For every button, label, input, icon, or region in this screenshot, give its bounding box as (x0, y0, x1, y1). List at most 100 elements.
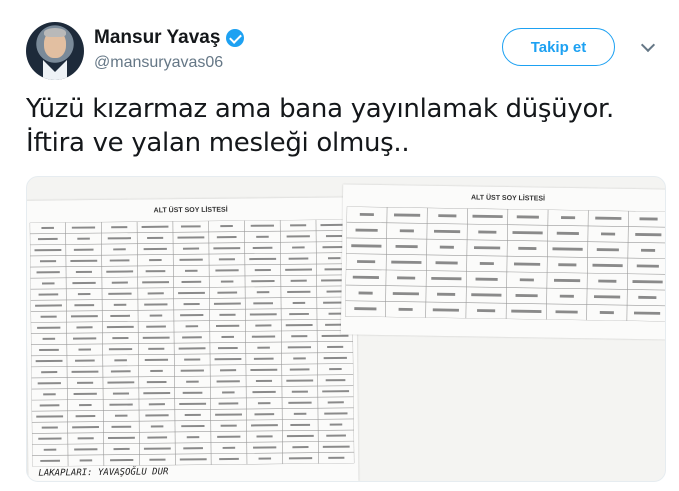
table-row-line (30, 329, 353, 334)
table-cell-text (178, 291, 205, 295)
document-left-table (29, 219, 355, 467)
table-cell-text (352, 275, 379, 279)
table-cell-text (553, 278, 581, 283)
verified-badge-icon (226, 29, 245, 47)
table-cell-text (519, 278, 534, 282)
table-cell-text (113, 303, 127, 306)
table-cell-text (556, 231, 579, 235)
table-cell-text (641, 248, 656, 252)
table-cell-text (326, 290, 343, 293)
avatar[interactable] (26, 22, 84, 80)
table-cell-text (322, 445, 350, 448)
table-row-line (346, 206, 665, 212)
table-cell-text (110, 314, 131, 318)
table-cell-text (183, 302, 200, 306)
table-cell-text (286, 434, 314, 438)
table-cell-text (75, 359, 95, 362)
table-cell-text (596, 248, 619, 252)
table-cell-text (285, 323, 313, 327)
table-cell-text (257, 402, 271, 405)
table-column-line (385, 207, 388, 318)
table-cell-text (592, 263, 623, 268)
table-cell-text (109, 259, 130, 262)
table-cell-text (257, 346, 270, 349)
table-cell-text (75, 414, 96, 418)
table-cell-text (291, 335, 308, 338)
table-cell-text (74, 448, 98, 451)
table-cell-text (601, 232, 616, 236)
tweet-header: Mansur Yavaş @mansuryavas06 Takip et (26, 22, 666, 82)
table-cell-text (254, 413, 275, 416)
tweet-media-image[interactable]: ALT ÜST SOY LİSTESİ LAKAPLARI: YAVAŞOĞLU… (26, 176, 666, 482)
tweet-text: Yüzü kızarmaz ama bana yayınlamak düşüyo… (26, 92, 666, 160)
table-cell-text (109, 403, 133, 406)
table-cell-text (218, 258, 235, 261)
table-cell-text (329, 423, 343, 426)
author-name-row[interactable]: Mansur Yavaş (94, 27, 245, 49)
table-cell-text (111, 425, 132, 428)
table-cell-text (77, 293, 91, 296)
table-cell-text (37, 237, 58, 241)
author-display-name[interactable]: Mansur Yavaş (94, 27, 220, 49)
follow-button[interactable]: Takip et (502, 28, 615, 66)
table-cell-text (220, 225, 233, 228)
table-row-line (346, 221, 665, 228)
table-cell-text (254, 268, 271, 272)
author-handle[interactable]: @mansuryavas06 (94, 54, 223, 72)
table-row-line (31, 407, 354, 412)
document-right: ALT ÜST SOY LİSTESİ (340, 184, 665, 340)
table-cell-text (289, 368, 310, 371)
table-cell-text (34, 248, 62, 252)
table-cell-text (516, 215, 539, 219)
table-cell-text (322, 390, 350, 393)
table-row-line (30, 252, 353, 257)
table-cell-text (639, 217, 658, 221)
table-cell-text (359, 212, 374, 217)
table-cell-text (186, 380, 199, 383)
table-column-line (425, 207, 428, 318)
table-cell-text (290, 279, 307, 282)
table-cell-text (328, 456, 345, 459)
table-cell-text (35, 359, 63, 363)
table-cell-text (76, 326, 93, 329)
table-cell-text (291, 390, 308, 393)
table-cell-text (143, 247, 167, 251)
table-cell-text (111, 281, 128, 284)
table-cell-text (220, 424, 237, 427)
table-cell-text (72, 281, 96, 285)
table-cell-text (358, 291, 373, 295)
table-cell-text (327, 345, 344, 349)
table-cell-text (106, 270, 134, 273)
table-cell-text (321, 334, 349, 337)
table-cell-text (558, 263, 577, 267)
table-cell-text (38, 437, 62, 440)
table-cell-text (251, 280, 275, 283)
table-cell-text (110, 458, 134, 462)
table-cell-text (41, 226, 54, 230)
table-cell-text (39, 260, 57, 263)
table-row-line (31, 341, 354, 345)
document-left: ALT ÜST SOY LİSTESİ LAKAPLARI: YAVAŞOĞLU… (27, 197, 359, 481)
table-column-line (546, 209, 549, 320)
table-cell-text (288, 401, 312, 404)
table-cell-text (258, 457, 272, 460)
table-cell-text (324, 412, 348, 415)
table-cell-text (512, 231, 543, 235)
table-cell-text (632, 280, 663, 284)
table-cell-text (144, 303, 168, 306)
table-cell-text (186, 436, 200, 439)
table-cell-text (219, 457, 239, 461)
table-cell-text (398, 307, 413, 311)
table-cell-text (182, 247, 200, 250)
table-cell-text (72, 426, 99, 429)
table-cell-text (114, 414, 128, 417)
chevron-down-icon[interactable] (640, 37, 656, 53)
table-cell-text (38, 293, 59, 296)
table-cell-text (40, 315, 57, 318)
table-cell-text (107, 237, 132, 240)
table-cell-text (144, 358, 169, 362)
table-cell-text (215, 413, 242, 416)
table-cell-text (184, 413, 201, 417)
table-cell-text (107, 381, 135, 384)
table-cell-text (214, 358, 242, 361)
